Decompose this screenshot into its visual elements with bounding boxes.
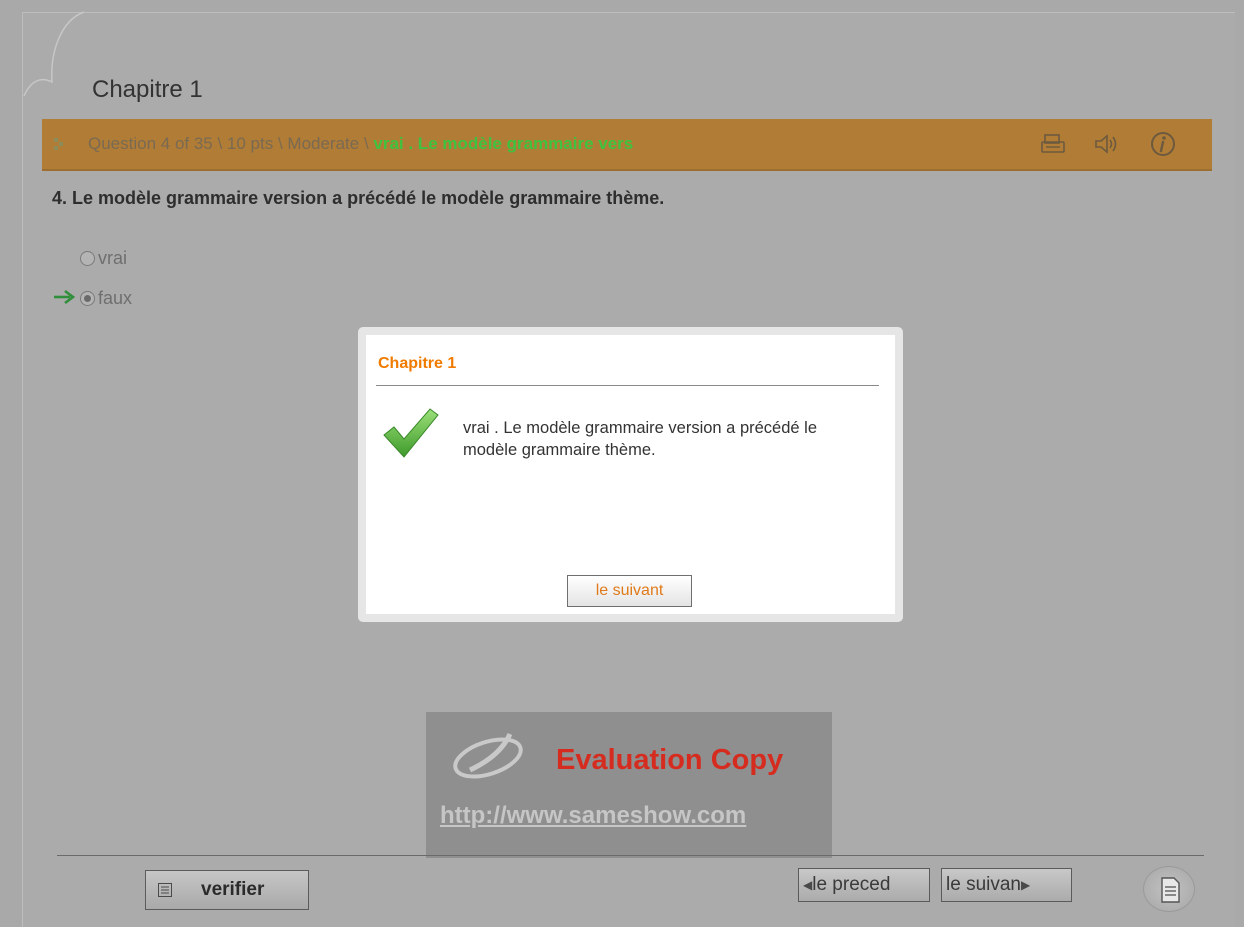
evaluation-watermark: Evaluation Copy http://www.sameshow.com: [426, 712, 832, 858]
document-icon: [1161, 877, 1180, 903]
option-label: vrai: [98, 248, 128, 268]
previous-label: le preced: [812, 874, 891, 895]
document-button[interactable]: [1143, 866, 1195, 912]
chapter-title: Chapitre 1: [92, 76, 203, 103]
bullet-icon: [54, 138, 63, 150]
option-label: faux: [98, 288, 133, 308]
dialog-next-button[interactable]: le suivant: [567, 575, 692, 607]
radio-faux[interactable]: [80, 291, 95, 306]
dialog-body: Chapitre 1 vrai . Le modèle grammaire ve…: [366, 335, 895, 614]
dialog-divider: [376, 385, 879, 386]
previous-icon: ◀: [803, 878, 813, 892]
previous-button[interactable]: ◀ le preced: [798, 868, 930, 902]
next-icon: ▶: [1021, 878, 1031, 892]
dialog-title: Chapitre 1: [378, 355, 457, 372]
question-info: Question 4 of 35 \ 10 pts \ Moderate \ v…: [88, 134, 633, 154]
list-icon: [158, 883, 172, 897]
radio-vrai[interactable]: [80, 251, 95, 266]
watermark-url: http://www.sameshow.com: [440, 802, 747, 829]
verify-label: verifier: [201, 879, 265, 900]
footer-divider: [57, 855, 1204, 856]
speaker-icon[interactable]: [1092, 131, 1120, 157]
checkmark-icon: [383, 408, 439, 458]
question-feedback: vrai . Le modèle grammaire vers: [373, 134, 634, 153]
print-icon[interactable]: [1039, 131, 1067, 157]
dialog-message: vrai . Le modèle grammaire version a pré…: [463, 419, 818, 459]
page-curl-decoration: [23, 11, 85, 97]
next-label: le suivan: [946, 874, 1021, 895]
verify-button[interactable]: verifier: [145, 870, 309, 910]
watermark-title: Evaluation Copy: [556, 744, 784, 776]
sameshow-logo: [453, 732, 523, 779]
option-faux[interactable]: faux: [80, 288, 132, 309]
option-vrai[interactable]: vrai: [80, 248, 127, 269]
next-button[interactable]: le suivan ▶: [941, 868, 1072, 902]
feedback-dialog: Chapitre 1 vrai . Le modèle grammaire ve…: [358, 327, 903, 622]
correct-answer-arrow-icon: [54, 289, 76, 305]
question-text: 4. Le modèle grammaire version a précédé…: [52, 188, 665, 208]
question-bar: Question 4 of 35 \ 10 pts \ Moderate \ v…: [42, 119, 1212, 169]
info-icon[interactable]: [1148, 129, 1178, 159]
question-meta: Question 4 of 35 \ 10 pts \ Moderate \: [88, 134, 374, 153]
